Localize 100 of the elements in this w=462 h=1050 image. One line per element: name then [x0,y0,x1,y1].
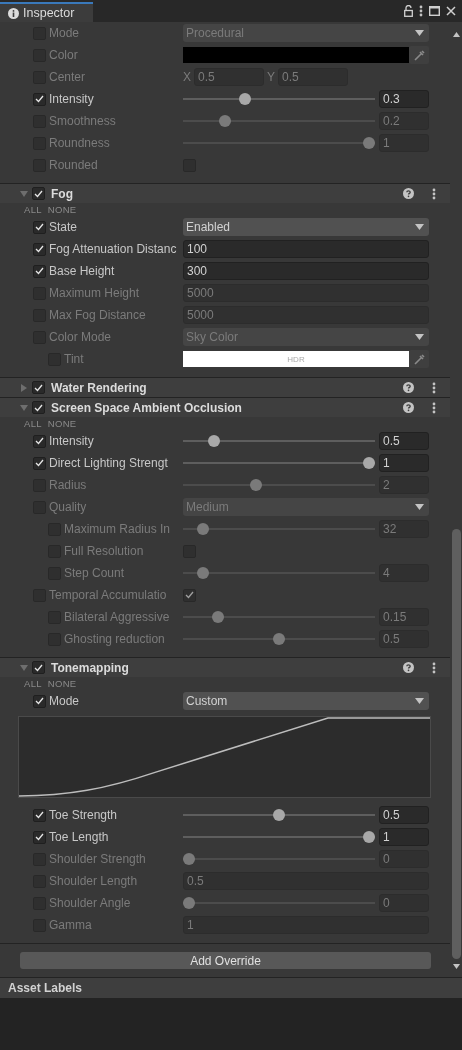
override-checkbox[interactable] [33,264,46,278]
slider-thumb[interactable] [363,457,375,469]
select-all-link[interactable]: ALL [24,417,42,429]
number-field[interactable]: 300 [183,262,429,280]
slider-thumb[interactable] [238,93,251,105]
dropdown[interactable]: Custom [183,692,429,710]
number-field[interactable]: 0.5 [379,630,429,648]
number-field[interactable]: 1 [379,454,429,472]
help-icon[interactable] [403,188,414,199]
more-icon[interactable] [419,5,423,17]
section-header[interactable]: Tonemapping [0,657,450,677]
number-field[interactable]: 2 [379,476,429,494]
eyedropper-button[interactable] [409,46,429,64]
eyedropper-button[interactable] [409,350,429,368]
number-field[interactable]: 5000 [183,284,429,302]
number-field[interactable]: 0.5 [278,68,349,86]
property-label: Bilateral Aggressive [64,610,171,624]
number-field[interactable]: 1 [379,134,429,152]
lock-icon[interactable] [404,5,413,17]
number-field[interactable]: 0.3 [379,90,429,108]
property-label: Full Resolution [64,544,145,558]
select-none-link[interactable]: NONE [47,677,77,689]
property-label: Ghosting reduction [64,632,166,646]
number-field[interactable]: 0.5 [183,872,429,890]
curve-graph[interactable] [18,716,431,798]
caret-icon [415,334,424,340]
more-icon[interactable] [432,401,436,414]
section-header[interactable]: Screen Space Ambient Occlusion [0,397,450,417]
select-none-link[interactable]: NONE [47,203,77,215]
number-field[interactable]: 0.15 [379,608,429,626]
property-label: Intensity [49,92,95,106]
asset-labels-bar[interactable]: Asset Labels [0,977,462,999]
select-none-link[interactable]: NONE [47,417,77,429]
number-field[interactable]: 1 [183,916,429,934]
enable-checkbox[interactable] [32,401,45,414]
override-checkbox[interactable] [33,694,46,708]
select-all-link[interactable]: ALL [24,203,42,215]
number-field[interactable]: 4 [379,564,429,582]
expanded-triangle-icon[interactable] [20,189,28,198]
number-field[interactable]: 1 [379,828,429,846]
select-all-link[interactable]: ALL [24,677,42,689]
override-checkbox[interactable] [33,456,46,470]
override-checkbox[interactable] [33,808,46,822]
slider-thumb[interactable] [183,897,195,909]
info-icon [8,7,19,19]
slider-thumb[interactable] [363,137,375,149]
toggle-checkbox[interactable] [183,588,196,602]
maximize-icon[interactable] [429,6,440,16]
slider-thumb[interactable] [197,523,210,535]
number-field[interactable]: 0.5 [194,68,264,86]
scroll-down-icon[interactable] [452,964,460,969]
number-field[interactable]: 0.2 [379,112,429,130]
slider-thumb[interactable] [363,831,375,843]
help-icon[interactable] [403,382,414,393]
number-field[interactable]: 5000 [183,306,429,324]
more-icon[interactable] [432,381,436,394]
property-label: Radius [49,478,88,492]
number-field[interactable]: 32 [379,520,429,538]
close-icon[interactable] [446,6,456,16]
slider-thumb[interactable] [273,809,285,821]
add-override-button[interactable]: Add Override [20,952,431,969]
expanded-triangle-icon[interactable] [20,663,28,672]
number-field[interactable]: 0.5 [379,432,429,450]
override-checkbox[interactable] [33,830,46,844]
eyedropper-icon [413,49,425,61]
more-icon[interactable] [432,187,436,200]
slider-thumb[interactable] [219,115,231,127]
help-icon[interactable] [403,662,414,673]
override-checkbox[interactable] [33,242,46,256]
expanded-triangle-icon[interactable] [20,403,28,412]
number-field[interactable]: 0.5 [379,806,429,824]
slider-thumb[interactable] [183,853,195,865]
number-field[interactable]: 0 [379,850,429,868]
slider-thumb[interactable] [197,567,210,579]
help-icon[interactable] [403,402,414,413]
enable-checkbox[interactable] [32,187,45,200]
enable-checkbox[interactable] [32,381,45,394]
property-label: Mode [49,694,81,708]
section-header[interactable]: Fog [0,183,450,203]
property-label: Quality [49,500,88,514]
slider-thumb[interactable] [211,611,224,623]
dropdown[interactable]: Enabled [183,218,429,236]
slider-thumb[interactable] [273,633,285,645]
number-field[interactable]: 0 [379,894,429,912]
enable-checkbox[interactable] [32,661,45,674]
more-icon[interactable] [432,661,436,674]
color-swatch[interactable] [183,47,409,63]
scrollbar-thumb[interactable] [451,529,461,959]
number-field[interactable]: 100 [183,240,429,258]
color-swatch[interactable]: HDR [183,351,409,367]
collapsed-triangle-icon[interactable] [20,383,28,392]
scroll-up-icon[interactable] [452,32,460,37]
section-title: Water Rendering [51,380,148,395]
override-checkbox[interactable] [33,434,46,448]
override-checkbox[interactable] [33,220,46,234]
slider-thumb[interactable] [249,479,262,491]
slider-thumb[interactable] [208,435,221,447]
section-header[interactable]: Water Rendering [0,377,450,397]
override-checkbox[interactable] [33,92,46,106]
inspector-tab[interactable]: Inspector [0,2,93,22]
